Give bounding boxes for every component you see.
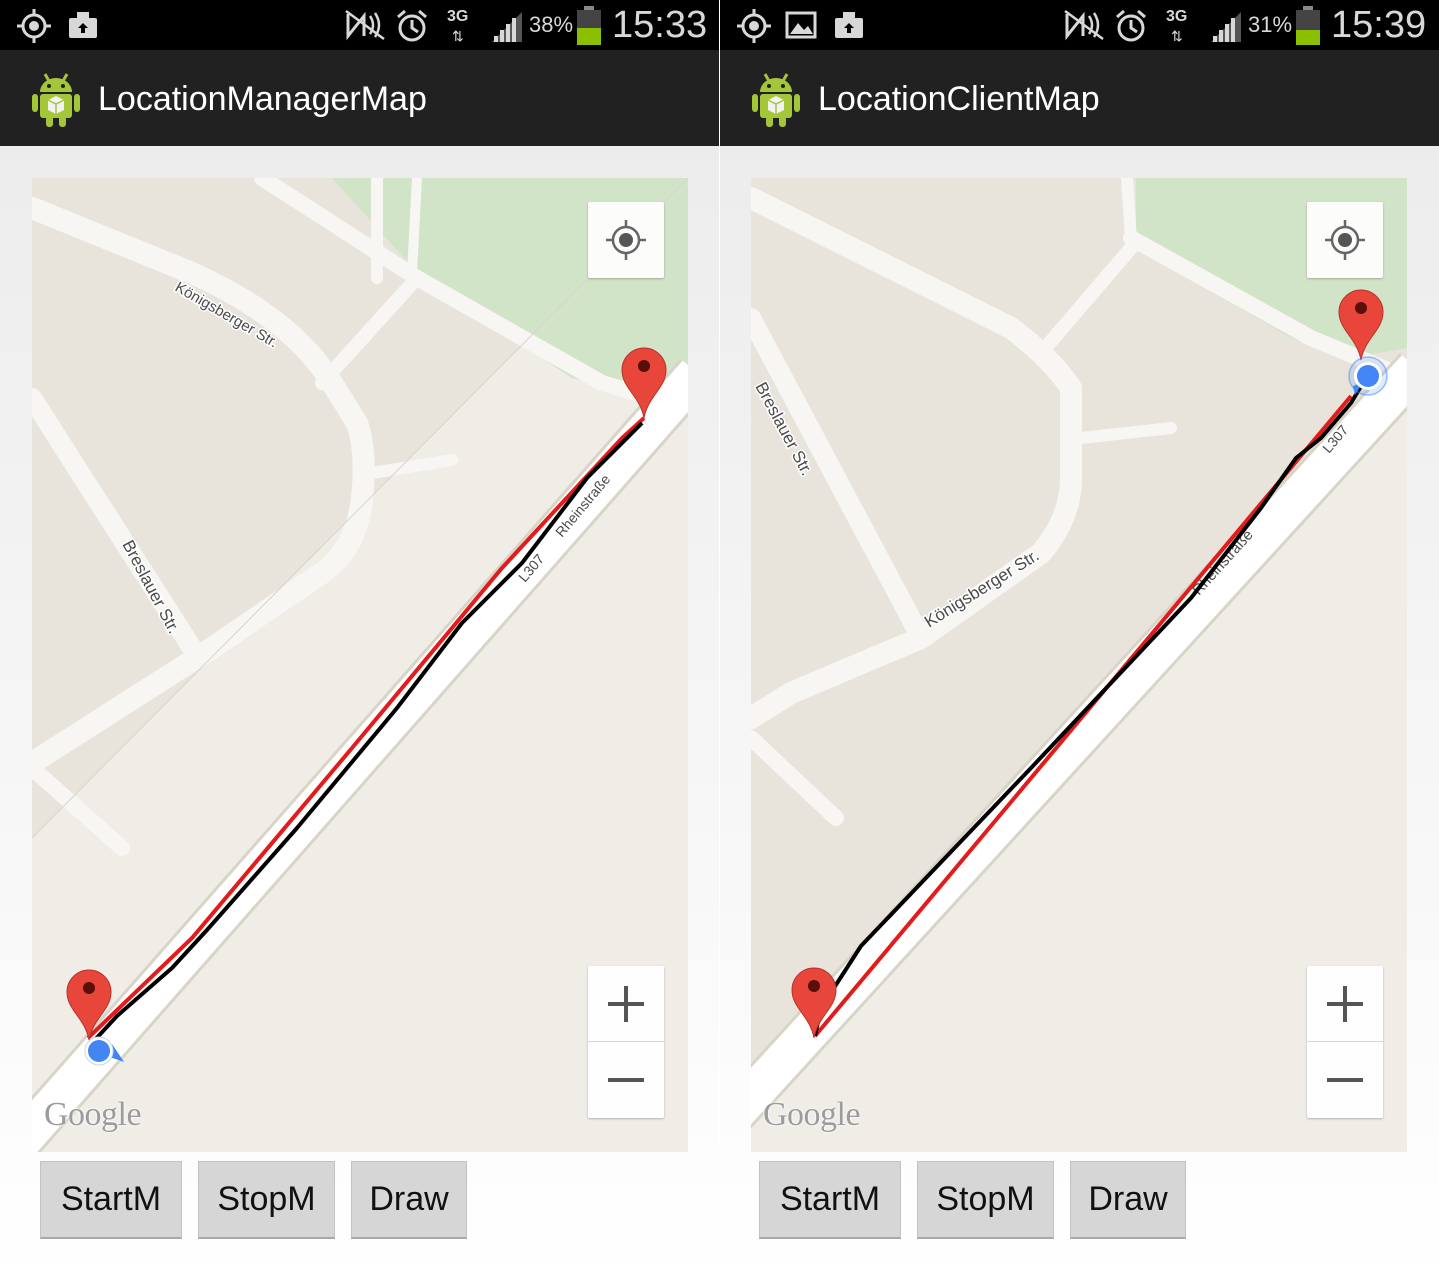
zoom-in-button[interactable] [1307, 966, 1383, 1042]
phone-screen-left: 3G ⇅ 38% 15:33 LocationManagerMap Königs… [0, 0, 719, 1280]
data-arrows-icon: ⇅ [1171, 28, 1183, 44]
minus-icon [1327, 1077, 1363, 1082]
stop-button[interactable]: StopM [917, 1161, 1054, 1239]
my-location-icon [1325, 220, 1365, 260]
gps-icon [17, 9, 51, 43]
draw-button[interactable]: Draw [351, 1161, 467, 1239]
action-bar: LocationManagerMap [0, 50, 719, 146]
zoom-out-button[interactable] [588, 1042, 664, 1117]
battery-percent: 31% [1248, 12, 1293, 37]
location-dot-icon [1348, 356, 1388, 396]
battery-icon [1296, 6, 1320, 45]
minus-icon [608, 1077, 644, 1082]
plus-icon [608, 985, 644, 1022]
gps-icon [737, 9, 771, 43]
zoom-in-button[interactable] [588, 966, 664, 1042]
battery-icon [577, 6, 601, 45]
map-attribution-logo: Google [44, 1096, 142, 1133]
start-button[interactable]: StartM [40, 1161, 182, 1239]
android-app-icon [752, 73, 800, 127]
clock: 15:33 [612, 4, 708, 46]
clock: 15:39 [1331, 4, 1427, 46]
alarm-icon [1116, 9, 1146, 42]
my-location-button[interactable] [1307, 202, 1383, 278]
app-title: LocationClientMap [818, 80, 1100, 118]
map-view[interactable]: Breslauer Str. Königsberger Str. Rheinst… [751, 178, 1407, 1152]
zoom-out-button[interactable] [1307, 1042, 1383, 1117]
stop-button[interactable]: StopM [198, 1161, 335, 1239]
app-title: LocationManagerMap [98, 80, 427, 118]
data-arrows-icon: ⇅ [452, 28, 464, 44]
nfc-icon [345, 9, 385, 41]
screenshot-icon [835, 12, 863, 38]
signal-icon [492, 12, 522, 42]
network-type: 3G [1166, 8, 1188, 25]
status-bar: 3G ⇅ 31% 15:39 [720, 0, 1439, 50]
start-button[interactable]: StartM [759, 1161, 901, 1239]
android-app-icon [32, 73, 80, 127]
alarm-icon [397, 9, 427, 42]
signal-icon [1211, 12, 1241, 42]
my-location-button[interactable] [588, 202, 664, 278]
status-bar: 3G ⇅ 38% 15:33 [0, 0, 719, 50]
zoom-controls [1307, 966, 1383, 1118]
screenshot-icon [69, 12, 97, 38]
image-icon [785, 11, 817, 39]
my-location-icon [606, 220, 646, 260]
nfc-icon [1064, 9, 1104, 41]
plus-icon [1327, 985, 1363, 1022]
draw-button[interactable]: Draw [1070, 1161, 1186, 1239]
map-attribution-logo: Google [763, 1096, 861, 1133]
action-bar: LocationClientMap [720, 50, 1439, 146]
network-type: 3G [447, 8, 469, 25]
phone-screen-right: 3G ⇅ 31% 15:39 LocationClientMap Breslau… [720, 0, 1439, 1280]
battery-percent: 38% [529, 12, 574, 37]
zoom-controls [588, 966, 664, 1118]
map-view[interactable]: Königsberger Str. Breslauer Str. Rheinst… [32, 178, 688, 1152]
